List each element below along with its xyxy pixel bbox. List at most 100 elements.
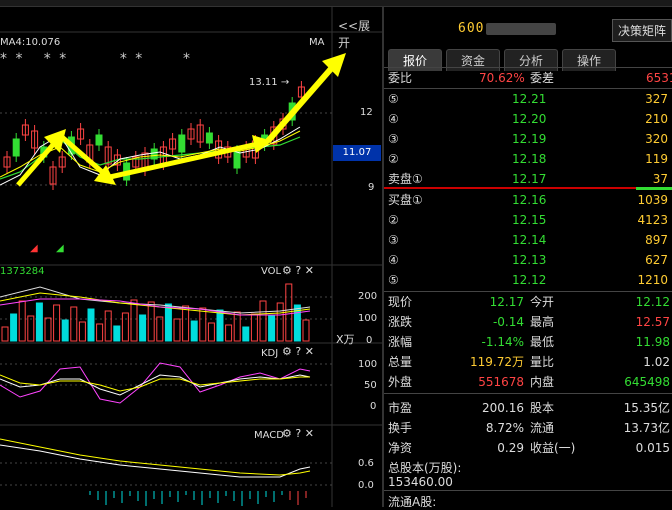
top-menu-strip (0, 0, 672, 7)
quote-label-right: 流通 (530, 421, 555, 435)
expand-button[interactable]: <<展开 (338, 17, 382, 51)
quote-row: 总量 119.72万 量比 1.02 (384, 352, 672, 372)
vol-unit: X万 (336, 333, 355, 346)
ma-toggle-label[interactable]: MA (309, 37, 324, 48)
quote-value-right: 13.73亿 (623, 421, 670, 435)
quote-value-right: 15.35亿 (623, 401, 670, 415)
quote-row: 换手 8.72% 流通 13.73亿 (384, 418, 672, 438)
quote-value-right: 11.98 (635, 335, 670, 349)
vol-controls[interactable]: ⚙ ? ✕ (282, 264, 314, 277)
buy-level: ② (388, 213, 399, 227)
buy-row[interactable]: 买盘① 12.16 1039 (384, 190, 672, 210)
trend-arrows (16, 53, 346, 187)
quote-label-left: 涨跌 (388, 315, 413, 329)
buy-volume: 627 (645, 253, 668, 267)
signal-marker-red: ◢ (30, 243, 38, 254)
buy-volume: 1210 (637, 273, 668, 287)
sell-row[interactable]: ③ 12.19 320 (384, 129, 672, 149)
buy-level: ③ (388, 233, 399, 247)
sell-volume: 327 (645, 92, 668, 106)
y-tick-12: 12 (360, 107, 373, 118)
quote-label-left: 净资 (388, 441, 413, 455)
total-shares-value: 153460.00 (388, 475, 453, 489)
vol-value: 1373284 (0, 266, 45, 277)
quote-row: 涨幅 -1.14% 最低 11.98 (384, 332, 672, 352)
quote-value-right: 12.57 (635, 315, 670, 329)
sell-row[interactable]: ④ 12.20 210 (384, 109, 672, 129)
quote-value-left: -1.14% (481, 335, 524, 349)
sell-price: 12.21 (512, 92, 547, 106)
help-icon: ? (295, 427, 302, 440)
help-icon: ? (295, 345, 302, 358)
sell-level: 卖盘① (388, 172, 423, 186)
macd-label: MACD (254, 430, 284, 441)
close-icon: ✕ (304, 264, 314, 277)
volume-bars (1, 283, 310, 342)
sell-row[interactable]: ⑤ 12.21 327 (384, 89, 672, 109)
buy-row[interactable]: ③ 12.14 897 (384, 230, 672, 250)
buy-volume: 897 (645, 233, 668, 247)
macd-controls[interactable]: ⚙ ? ✕ (282, 427, 314, 440)
quote-row: 现价 12.17 今开 12.12 (384, 292, 672, 312)
macd-tick-00: 0.0 (358, 480, 374, 491)
quote-value-left: 551678 (478, 375, 524, 389)
quote-value-left: 8.72% (485, 421, 524, 435)
sell-level: ③ (388, 132, 399, 146)
macd-tick-06: 0.6 (358, 458, 374, 469)
vol-label: VOL (261, 266, 282, 277)
quote-panel: 600 决策矩阵 报价 资金 分析 操作 委比 70.62% 委差 6531 ⑤… (384, 7, 672, 509)
quote-value-left: 200.16 (482, 401, 524, 415)
close-icon: ✕ (304, 427, 314, 440)
vol-tick-200: 200 (358, 291, 378, 302)
buy-price: 12.16 (512, 193, 547, 207)
bid-ask-divider (384, 187, 672, 189)
vol-ma-line (0, 286, 311, 314)
gear-icon: ⚙ (282, 345, 292, 358)
quote-value-left: 12.17 (489, 295, 524, 309)
quote-value-left: -0.14 (492, 315, 524, 329)
order-ratio-row: 委比 70.62% 委差 6531 (388, 71, 672, 85)
kdj-tick-50: 50 (364, 380, 377, 391)
signal-marker-green: ◢ (56, 243, 64, 254)
sell-row[interactable]: 卖盘① 12.17 37 (384, 169, 672, 189)
kdj-label: KDJ (261, 348, 279, 359)
kline-chart-area[interactable]: MA4:10.076 MA * * * * * * * <<展开 13.11 →… (0, 7, 382, 507)
sell-level: ② (388, 152, 399, 166)
quote-row: 净资 0.29 收益(一) 0.015 (384, 438, 672, 458)
quote-value-right: 12.12 (635, 295, 670, 309)
sell-price: 12.18 (512, 152, 547, 166)
buy-price: 12.14 (512, 233, 547, 247)
quote-row: 外盘 551678 内盘 645498 (384, 372, 672, 392)
float-shares-label: 流通A股: (388, 495, 437, 509)
stock-code: 600 (458, 21, 557, 36)
buy-row[interactable]: ⑤ 12.12 1210 (384, 270, 672, 290)
macd-dif-line (0, 444, 311, 478)
y-tick-9: 9 (368, 182, 375, 193)
kdj-controls[interactable]: ⚙ ? ✕ (282, 345, 314, 358)
decision-matrix-button[interactable]: 决策矩阵 (612, 19, 672, 42)
sell-volume: 320 (645, 132, 668, 146)
buy-price: 12.15 (512, 213, 547, 227)
quote-label-left: 换手 (388, 421, 413, 435)
quote-value-left: 119.72万 (470, 355, 524, 369)
help-icon: ? (295, 264, 302, 277)
buy-level: ⑤ (388, 273, 399, 287)
sell-volume: 37 (652, 172, 668, 186)
kdj-tick-100: 100 (358, 359, 378, 370)
sell-price: 12.20 (512, 112, 547, 126)
sell-row[interactable]: ② 12.18 119 (384, 149, 672, 169)
ma4-label: MA4:10.076 (0, 37, 61, 48)
quote-value-left: 0.29 (497, 441, 524, 455)
quote-value-right: 1.02 (643, 355, 670, 369)
gear-icon: ⚙ (282, 427, 292, 440)
quote-label-right: 收益(一) (530, 441, 576, 455)
sell-volume: 119 (645, 152, 668, 166)
buy-row[interactable]: ④ 12.13 627 (384, 250, 672, 270)
vol-tick-0: 0 (366, 335, 373, 346)
buy-price: 12.12 (512, 273, 547, 287)
quote-label-right: 最低 (530, 335, 555, 349)
buy-row[interactable]: ② 12.15 4123 (384, 210, 672, 230)
current-price-tag: 11.07 (333, 145, 381, 161)
high-price-note: 13.11 → (249, 77, 290, 88)
quote-label-left: 总量 (388, 355, 413, 369)
